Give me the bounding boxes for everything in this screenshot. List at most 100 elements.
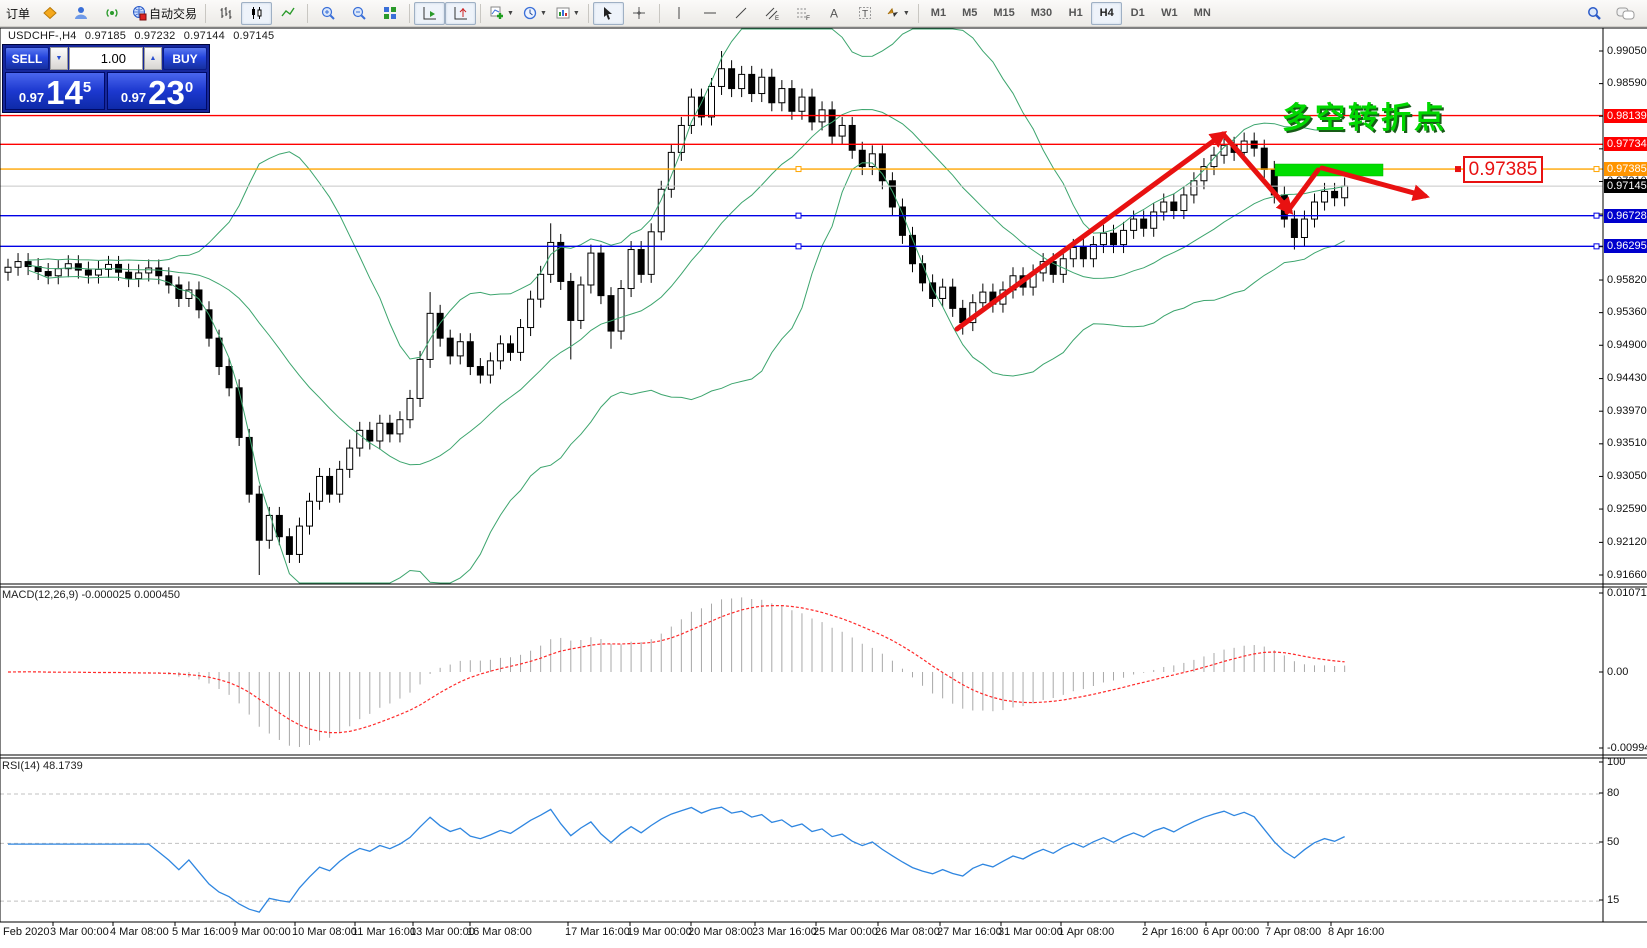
lot-increase-button[interactable]: ▲: [144, 47, 162, 70]
buy-price-button[interactable]: 0.97 23 0: [107, 72, 207, 110]
rsi-axis-tick: 100: [1607, 756, 1625, 768]
price-axis-tick: 0.94900: [1607, 339, 1647, 351]
time-axis-label: 20 Mar 08:00: [688, 926, 753, 938]
time-axis-label: 5 Mar 16:00: [172, 926, 231, 938]
autotrade-button[interactable]: 自动交易: [127, 2, 201, 25]
toolbar-separator: [918, 4, 919, 23]
timeframe-group: M1 M5 M15M30 H1 H4 D1W1MN: [923, 2, 1219, 25]
price-level-badge: 0.96728: [1604, 209, 1647, 223]
bar-chart-icon[interactable]: [210, 2, 241, 25]
time-axis-label: 19 Mar 00:00: [627, 926, 692, 938]
chart-ohlc-header: USDCHF-,H4 0.97185 0.97232 0.97144 0.971…: [8, 30, 279, 42]
timeframe-h4[interactable]: H4: [1091, 2, 1122, 25]
user-icon[interactable]: [65, 2, 96, 25]
cursor-icon[interactable]: [593, 2, 624, 25]
timeframe-label: M5: [958, 7, 981, 19]
tile-windows-icon[interactable]: [374, 2, 405, 25]
timeframe-label: H4: [1096, 7, 1118, 19]
buy-price-prefix: 0.97: [121, 90, 146, 105]
autotrade-globe-icon: [131, 5, 147, 21]
toolbar-separator: [588, 4, 589, 23]
symbol-period-label: USDCHF-,H4: [8, 30, 77, 42]
sell-price-sup: 5: [83, 79, 91, 96]
periods-clock-icon: [522, 5, 538, 21]
arrow-shapes-button[interactable]: ▼: [881, 2, 914, 25]
chevron-down-icon: ▼: [540, 10, 547, 17]
price-level-badge: 0.96295: [1604, 239, 1647, 253]
mt4-terminal: { "toolbar": { "order_label": "订单", "aut…: [0, 0, 1647, 948]
time-axis-label: 10 Mar 08:00: [292, 926, 357, 938]
timeframe-label: M1: [927, 7, 950, 19]
timeframe-label: H1: [1065, 7, 1087, 19]
sell-price-big: 14: [46, 78, 83, 108]
timeframe-d1[interactable]: D1: [1122, 2, 1153, 25]
time-axis-label: 2 Apr 16:00: [1142, 926, 1198, 938]
buy-price-sup: 0: [185, 79, 193, 96]
rsi-axis-tick: 50: [1607, 836, 1619, 848]
buy-button[interactable]: BUY: [163, 47, 207, 70]
time-axis-label: 27 Mar 16:00: [937, 926, 1002, 938]
chart-shift-icon[interactable]: [445, 2, 476, 25]
lot-decrease-button[interactable]: ▼: [50, 47, 68, 70]
sell-price-prefix: 0.97: [19, 90, 44, 105]
timeframe-w1[interactable]: W1: [1153, 2, 1186, 25]
svg-text:E: E: [775, 16, 779, 21]
price-axis-tick: 0.92120: [1607, 536, 1647, 548]
price-level-badge: 0.97734: [1604, 137, 1647, 151]
horizontal-line-icon[interactable]: [695, 2, 726, 25]
high-value: 0.97232: [134, 30, 175, 42]
price-axis-tick: 0.98590: [1607, 77, 1647, 89]
time-axis-label: 17 Mar 16:00: [565, 926, 630, 938]
new-order-button[interactable]: 订单: [2, 2, 34, 25]
gold-bar-icon[interactable]: [34, 2, 65, 25]
candlestick-icon[interactable]: [241, 2, 272, 25]
chat-icon[interactable]: [1610, 2, 1641, 25]
fibonacci-icon[interactable]: F: [788, 2, 819, 25]
arrow-shapes-icon: [885, 5, 901, 21]
time-axis-label: 8 Apr 16:00: [1328, 926, 1384, 938]
timeframe-m5[interactable]: M5: [954, 2, 985, 25]
lot-size-input[interactable]: 1.00: [69, 47, 143, 70]
time-axis-label: 7 Apr 08:00: [1265, 926, 1321, 938]
time-axis-label: 1 Apr 08:00: [1058, 926, 1114, 938]
price-level-badge: 0.97385: [1604, 162, 1647, 176]
price-axis-tick: 0.95360: [1607, 306, 1647, 318]
zoom-out-icon[interactable]: [343, 2, 374, 25]
sell-button[interactable]: SELL: [5, 47, 49, 70]
line-chart-icon[interactable]: [272, 2, 303, 25]
add-indicator-button[interactable]: ▼: [485, 2, 518, 25]
template-button[interactable]: ▼: [551, 2, 584, 25]
search-icon[interactable]: [1579, 2, 1610, 25]
timeframe-h1[interactable]: H1: [1060, 2, 1091, 25]
time-axis-label: 3 Mar 00:00: [50, 926, 109, 938]
text-icon[interactable]: A: [819, 2, 850, 25]
svg-text:F: F: [806, 15, 810, 21]
price-axis-tick: 0.99050: [1607, 45, 1647, 57]
timeframe-m1[interactable]: M1: [923, 2, 954, 25]
timeframe-m15[interactable]: M15: [985, 2, 1022, 25]
chevron-down-icon: ▼: [903, 10, 910, 17]
periods-clock-button[interactable]: ▼: [518, 2, 551, 25]
turning-point-annotation[interactable]: 多空转折点: [1282, 93, 1447, 137]
price-level-badge: 0.98139: [1604, 109, 1647, 123]
signal-icon[interactable]: [96, 2, 127, 25]
rsi-indicator-label: RSI(14) 48.1739: [2, 760, 83, 772]
timeframe-m30[interactable]: M30: [1023, 2, 1060, 25]
sell-price-button[interactable]: 0.97 14 5: [5, 72, 105, 110]
crosshair-icon[interactable]: [624, 2, 655, 25]
autoscroll-icon[interactable]: [414, 2, 445, 25]
trendline-icon[interactable]: [726, 2, 757, 25]
text-label-icon[interactable]: T: [850, 2, 881, 25]
chevron-down-icon: ▼: [507, 10, 514, 17]
zoom-in-icon[interactable]: [312, 2, 343, 25]
toolbar-separator: [480, 4, 481, 23]
time-axis-label: 11 Mar 16:00: [352, 926, 416, 938]
timeframe-mn[interactable]: MN: [1186, 2, 1219, 25]
low-value: 0.97144: [184, 30, 225, 42]
price-callout-label[interactable]: 0.97385: [1463, 156, 1543, 183]
chevron-down-icon: ▼: [573, 10, 580, 17]
price-axis-tick: 0.93050: [1607, 470, 1647, 482]
vertical-line-icon[interactable]: [664, 2, 695, 25]
channel-icon[interactable]: E: [757, 2, 788, 25]
time-axis-label: 13 Mar 00:00: [410, 926, 475, 938]
